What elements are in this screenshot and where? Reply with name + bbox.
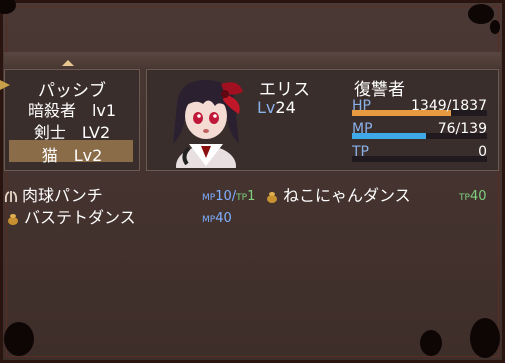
skill-name: 肉球パンチ: [22, 186, 103, 205]
claw-icon: [4, 190, 18, 202]
skill-cost: MP40: [202, 208, 232, 231]
blood-splatter-bottom-right-2: [470, 318, 500, 358]
skill-cost: TP40: [459, 186, 486, 209]
tp-value: 0: [478, 144, 487, 160]
passive-item-assassin[interactable]: 暗殺者 lv1: [5, 97, 139, 121]
mp-cost: 10: [215, 189, 232, 204]
skill-name: バステトダンス: [24, 208, 136, 227]
tp-gauge-track: [352, 156, 487, 162]
level-value: 24: [275, 98, 296, 117]
skill-item-nikukyu-punch[interactable]: 肉球パンチ MP10/TP1: [4, 185, 255, 209]
skill-cost: MP10/TP1: [202, 186, 255, 209]
mp-cost: 40: [215, 211, 232, 226]
skill-name: ねこにゃんダンス: [283, 186, 411, 205]
scroll-up-icon[interactable]: [62, 60, 74, 66]
tp-cost: 40: [469, 189, 487, 204]
hp-label: HP: [352, 98, 371, 114]
mp-tag: MP: [202, 193, 216, 203]
skill-item-neko-nyan-dance[interactable]: ねこにゃんダンス TP40: [265, 185, 495, 207]
blood-splatter-top-right-small: [490, 20, 500, 34]
coin-bag-icon: [267, 191, 277, 203]
help-band: [4, 52, 501, 68]
mp-tag: MP: [202, 215, 216, 225]
passive-item-cat[interactable]: 猫 Lv2: [5, 142, 139, 166]
actor-level: Lv24: [257, 98, 296, 117]
passive-panel: パッシブ 暗殺者 lv1 剣士 LV2 猫 Lv2: [4, 69, 140, 171]
coin-bag-icon: [8, 213, 18, 225]
passive-item-swordsman[interactable]: 剣士 LV2: [5, 119, 139, 143]
hp-value: 1349/1837: [411, 98, 487, 114]
blood-splatter-bottom-right: [420, 330, 442, 356]
status-panel: エリス 復讐者 Lv24 HP 1349/1837 MP 76/139 TP 0: [146, 69, 499, 171]
level-label: Lv: [257, 98, 276, 117]
mp-value: 76/139: [437, 121, 487, 137]
tp-gauge: TP 0: [352, 144, 487, 162]
mp-gauge: MP 76/139: [352, 121, 487, 139]
blood-splatter-bottom-left: [4, 322, 34, 356]
skill-list: 肉球パンチ MP10/TP1 ねこにゃんダンス TP40 バステトダンス MP4…: [0, 180, 505, 240]
actor-portrait: [173, 80, 243, 168]
tp-tag: TP: [459, 193, 470, 203]
tp-tag: TP: [236, 193, 248, 203]
tp-cost: 1: [247, 189, 256, 204]
actor-class: 復讐者: [354, 80, 405, 100]
tp-label: TP: [352, 144, 369, 160]
blood-splatter-top-right: [468, 4, 494, 24]
skill-item-bastet-dance[interactable]: バステトダンス MP40: [6, 207, 256, 229]
hp-gauge: HP 1349/1837: [352, 98, 487, 116]
cursor-pointer-icon: [0, 78, 10, 92]
actor-name: エリス: [259, 80, 310, 100]
mp-label: MP: [352, 121, 373, 137]
